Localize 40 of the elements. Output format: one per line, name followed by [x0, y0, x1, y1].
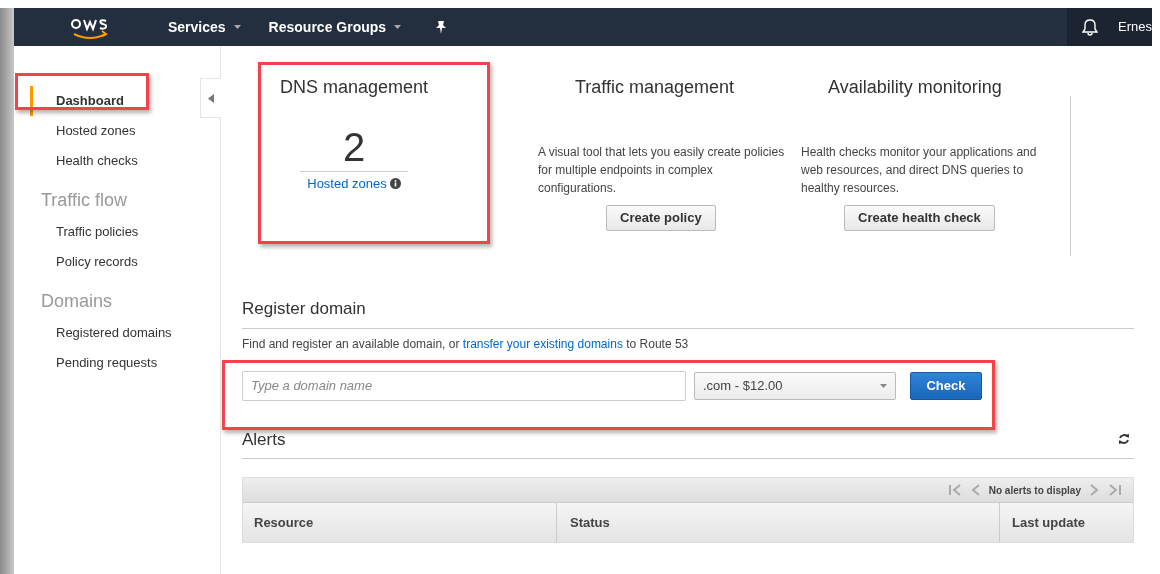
sidebar-item[interactable]: Registered domains	[30, 318, 178, 348]
create-health-check-button[interactable]: Create health check	[844, 205, 995, 231]
caret-icon	[233, 25, 241, 29]
card-title: Availability monitoring	[827, 76, 1003, 99]
check-button[interactable]: Check	[910, 371, 982, 400]
card-description: Health checks monitor your applications and web resources, and direct DNS queries to healthy resources.	[801, 144, 1038, 197]
caret-icon	[394, 25, 402, 29]
hosted-zones-count: 2	[342, 124, 366, 171]
caret-icon	[208, 93, 214, 103]
services-menu[interactable]: Services	[168, 16, 241, 38]
pin-icon[interactable]	[435, 20, 448, 34]
pager-text: No alerts to display	[988, 483, 1081, 498]
caret-icon	[880, 383, 887, 388]
section-title: Register domain	[242, 296, 1134, 329]
card-title: DNS management	[279, 76, 429, 99]
transfer-link[interactable]: transfer your existing domains	[462, 336, 623, 351]
column-header[interactable]: Last update	[1012, 512, 1085, 533]
bell-icon[interactable]	[1082, 18, 1099, 36]
sidebar-heading: Traffic flow	[40, 188, 129, 212]
tld-select[interactable]: .com - $12.00	[694, 371, 896, 400]
card-description: A visual tool that lets you easily create policies for multiple endpoints in complex configurations.	[538, 144, 786, 197]
refresh-icon[interactable]	[1118, 433, 1130, 446]
column-header[interactable]: Status	[570, 512, 610, 533]
info-icon	[389, 178, 401, 190]
sidebar-item[interactable]: Traffic policies	[30, 217, 145, 247]
create-policy-button[interactable]: Create policy	[606, 205, 716, 231]
domain-name-field[interactable]: Type a domain name	[242, 370, 686, 401]
sidebar-item[interactable]: Pending requests	[30, 348, 164, 378]
register-intro: Find and register an available domain, or transfer your existing domains to Route 53	[242, 335, 690, 353]
sidebar-item[interactable]: Policy records	[30, 247, 144, 277]
column-header[interactable]: Resource	[254, 512, 314, 533]
card-title: Traffic management	[574, 76, 736, 99]
section-title: Alerts	[242, 428, 286, 451]
sidebar-item[interactable]: Health checks	[30, 146, 144, 176]
hosted-zones-link[interactable]: Hosted zones	[307, 174, 387, 194]
sidebar-item[interactable]: Dashboard	[30, 86, 130, 116]
collapse-tab[interactable]	[200, 78, 221, 118]
sidebar-item[interactable]: Hosted zones	[30, 116, 142, 146]
resource-groups-menu[interactable]: Resource Groups	[268, 16, 402, 38]
sidebar-heading: Domains	[40, 289, 114, 313]
